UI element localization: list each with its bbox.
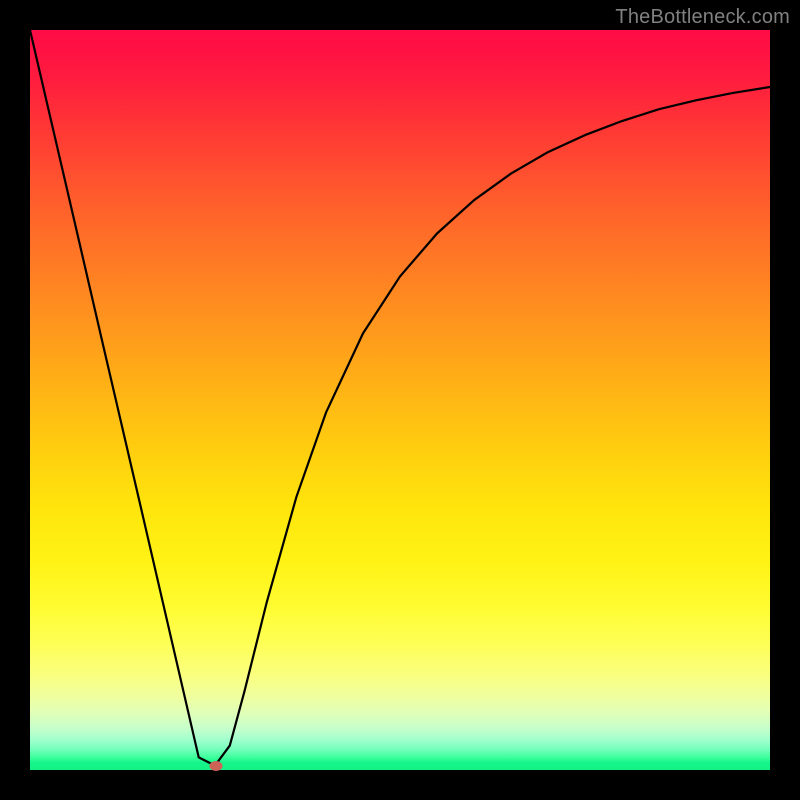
curve-svg [30, 30, 770, 770]
bottleneck-curve [30, 30, 770, 766]
optimal-point-marker [210, 761, 223, 771]
chart-root: TheBottleneck.com [0, 0, 800, 800]
watermark-text: TheBottleneck.com [615, 6, 790, 29]
plot-gradient-area [30, 30, 770, 770]
